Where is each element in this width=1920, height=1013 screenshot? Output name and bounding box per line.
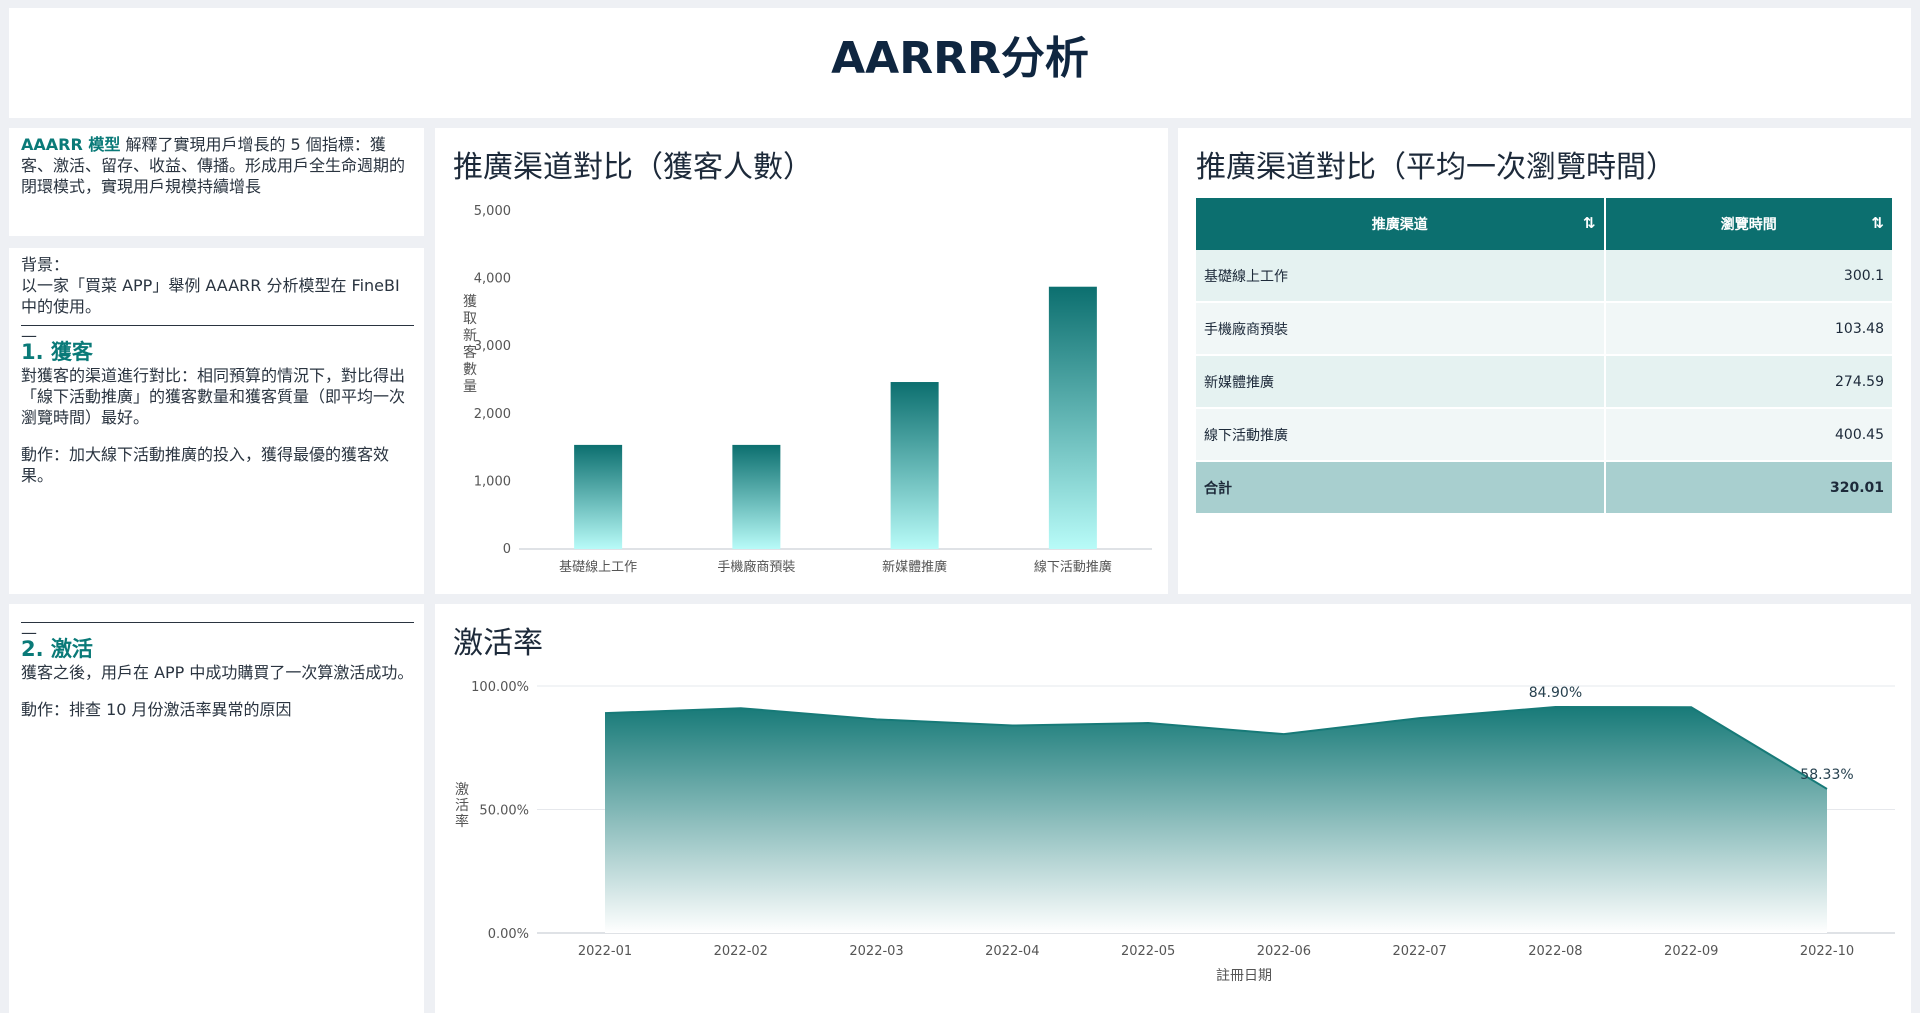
x-tick-label: 2022-07 [1393,944,1447,959]
x-tick-label: 手機廠商預裝 [717,559,795,575]
bar [890,382,939,549]
area-chart-panel: 激活率 0.00% 50.00% 100.00% 激活率 2022-01 2022-02 2… [435,604,1911,1013]
x-tick-label: 2022-03 [849,944,903,959]
x-tick-label: 2022-10 [1800,944,1854,959]
notes-panel-acquisition: 背景： 以一家「買菜 APP」舉例 AAARR 分析模型在 FineBI 中的使… [9,248,424,594]
table-panel: 推廣渠道對比（平均一次瀏覽時間） 推廣渠道 ⇅ 瀏覽時間 ⇅ 基礎線上工作 300.1… [1178,128,1911,594]
x-tick-label: 2022-01 [578,944,632,959]
x-tick-label: 線下活動推廣 [1034,559,1112,575]
y-tick-label: 3,000 [474,339,511,354]
background-label: 背景： [21,255,70,274]
divider [21,325,414,332]
x-tick-label: 2022-04 [985,944,1039,959]
page-title: AARRR分析 [831,33,1089,84]
x-tick-label: 2022-02 [714,944,768,959]
activation-body: 獲客之後，用戶在 APP 中成功購買了一次算激活成功。 [21,663,414,682]
table-row: 基礎線上工作 300.1 [1196,250,1892,303]
y-axis-label: 獲取新客數量 [463,294,477,395]
notes-panel-activation: — 2. 激活 獲客之後，用戶在 APP 中成功購買了一次算激活成功。 動作：排… [9,604,424,1013]
background-text: 以一家「買菜 APP」舉例 AAARR 分析模型在 FineBI 中的使用。 [21,276,400,316]
x-axis-label: 註冊日期 [1216,968,1272,984]
x-tick-label: 新媒體推廣 [882,559,947,575]
x-tick-label: 2022-08 [1528,944,1582,959]
divider-tail: — [21,623,37,642]
bar [732,444,781,549]
data-label: 58.33% [1800,767,1853,783]
y-tick-label: 2,000 [474,407,511,422]
y-tick-label: 4,000 [474,272,511,287]
divider [21,622,414,629]
y-tick-label: 1,000 [474,474,511,489]
x-tick-label: 2022-06 [1257,944,1311,959]
sort-icon[interactable]: ⇅ [1583,214,1596,232]
x-tick-label: 2022-09 [1664,944,1718,959]
y-axis-label: 激活率 [455,781,469,830]
y-tick-label: 50.00% [479,804,529,819]
column-header-time[interactable]: 瀏覽時間 ⇅ [1604,198,1892,250]
x-tick-label: 基礎線上工作 [559,559,637,575]
acquisition-body: 對獲客的渠道進行對比：相同預算的情況下，對比得出「線下活動推廣」的獲客數量和獲客… [21,366,406,427]
y-tick-label: 100.00% [471,680,529,695]
area-fill [605,706,1827,933]
header-panel: AARRR分析 [9,8,1911,118]
area-chart: 0.00% 50.00% 100.00% 激活率 2022-01 2022-02 2022-… [455,680,1895,984]
y-tick-label: 0 [503,542,511,557]
column-header-channel[interactable]: 推廣渠道 ⇅ [1196,198,1606,250]
data-label: 84.90% [1529,685,1582,701]
activation-action: 動作：排查 10 月份激活率異常的原因 [21,700,292,719]
y-tick-label: 5,000 [474,204,511,219]
bar [574,444,623,549]
table-row: 手機廠商預裝 103.48 [1196,302,1892,356]
acquisition-action: 動作：加大線下活動推廣的投入，獲得最優的獲客效果。 [21,445,390,485]
sort-icon[interactable]: ⇅ [1871,214,1884,232]
bar-chart-panel: 推廣渠道對比（獲客人數） 0 1,000 2,000 3,000 4,000 5,000 獲… [435,128,1168,594]
section-heading-acquisition: 1. 獲客 [21,340,93,364]
browse-time-table: 推廣渠道 ⇅ 瀏覽時間 ⇅ 基礎線上工作 300.1 手機廠商預裝 103.48 新媒體… [1196,198,1892,515]
intro-highlight: AAARR 模型 [21,135,121,154]
table-row: 線下活動推廣 400.45 [1196,408,1892,462]
x-tick-label: 2022-05 [1121,944,1175,959]
table-row: 新媒體推廣 274.59 [1196,355,1892,409]
divider-tail: — [21,326,37,345]
bar [1048,286,1097,549]
table-total-row: 合計 320.01 [1196,461,1892,515]
y-tick-label: 0.00% [488,927,529,942]
table-title: 推廣渠道對比（平均一次瀏覽時間） [1196,150,1676,185]
intro-text: AAARR 模型 解釋了實現用戶增長的 5 個指標：獲客、激活、留存、收益、傳播… [21,134,414,197]
intro-panel: AAARR 模型 解釋了實現用戶增長的 5 個指標：獲客、激活、留存、收益、傳播… [9,128,424,236]
section-heading-activation: 2. 激活 [21,637,93,661]
bar-chart: 0 1,000 2,000 3,000 4,000 5,000 獲取新客數量基礎線上工作 手機… [463,204,1152,575]
